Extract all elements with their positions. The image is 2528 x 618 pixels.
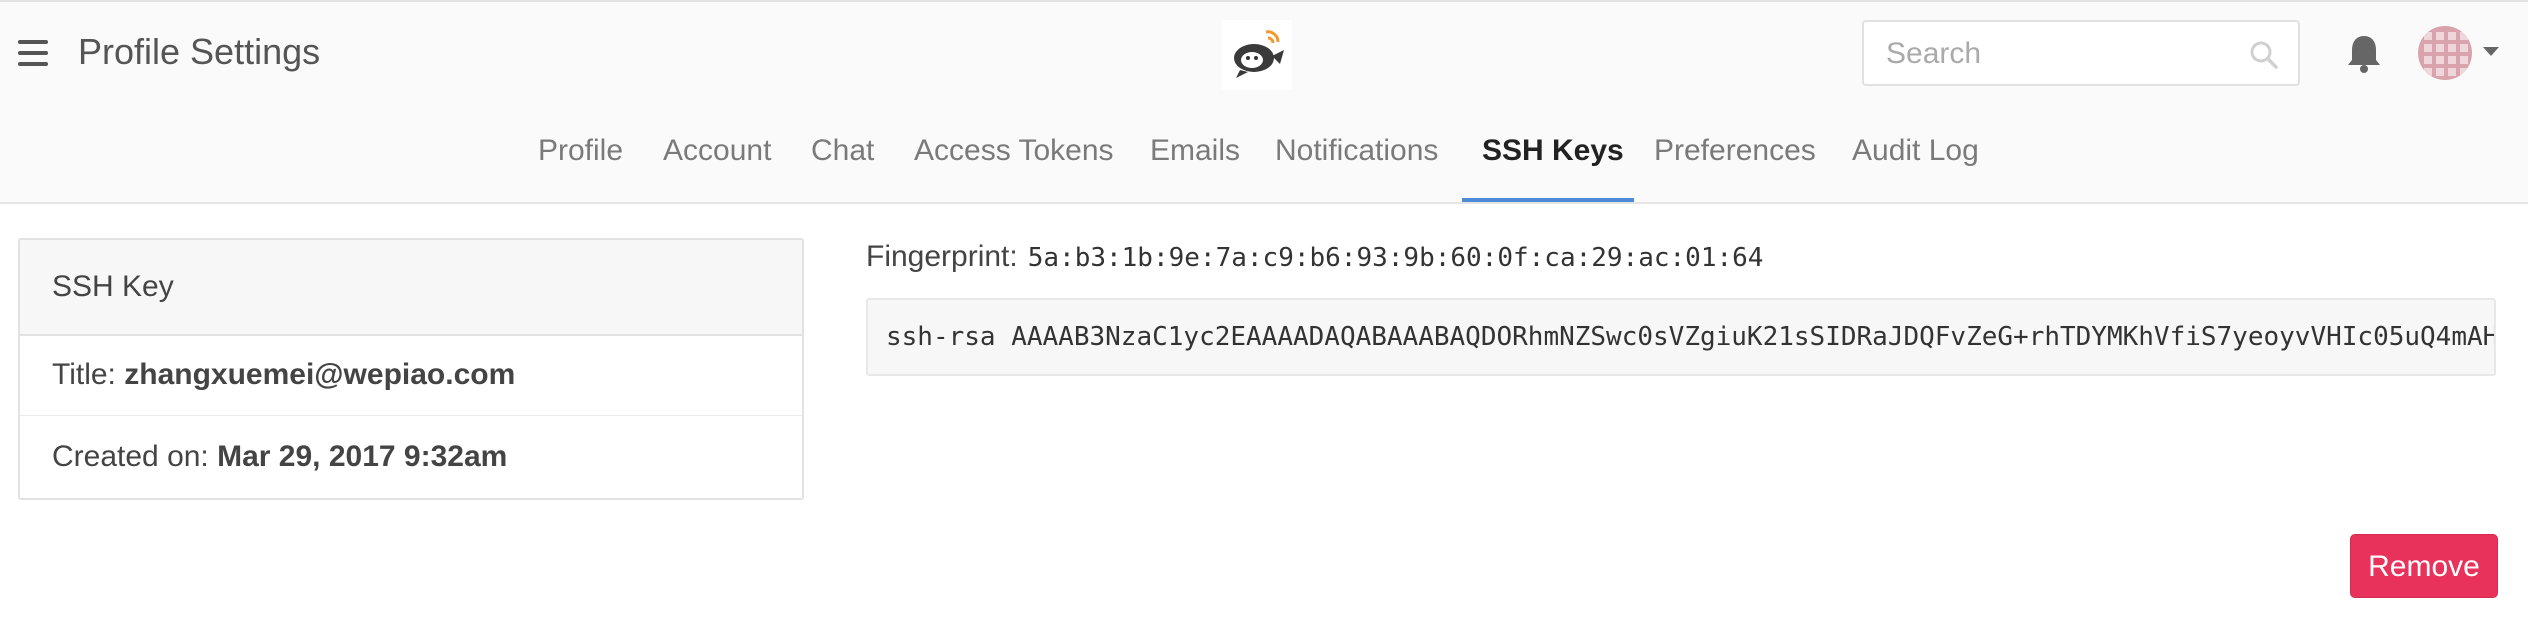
- tab-profile[interactable]: Profile: [538, 126, 623, 204]
- tab-account[interactable]: Account: [663, 126, 771, 204]
- tab-chat[interactable]: Chat: [811, 126, 874, 204]
- top-header: Profile Settings Search Profile Account …: [0, 0, 2528, 204]
- ssh-key-card-header: SSH Key: [20, 240, 802, 336]
- fingerprint: Fingerprint: 5a:b3:1b:9e:7a:c9:b6:93:9b:6…: [866, 240, 1763, 274]
- fingerprint-value: 5a:b3:1b:9e:7a:c9:b6:93:9b:60:0f:ca:29:a…: [1027, 243, 1764, 273]
- tab-ssh-keys[interactable]: SSH Keys: [1482, 126, 1624, 204]
- chevron-down-icon[interactable]: [2482, 46, 2500, 58]
- ssh-key-card-title: SSH Key: [52, 270, 174, 303]
- search-input[interactable]: [1884, 32, 2228, 76]
- public-key-text: ssh-rsa AAAAB3NzaC1yc2EAAAADAQABAAABAQDO…: [886, 322, 2496, 352]
- key-title-label: Title:: [52, 358, 116, 391]
- bell-icon[interactable]: [2344, 32, 2384, 74]
- remove-button[interactable]: Remove: [2350, 534, 2498, 598]
- key-created-value: Mar 29, 2017 9:32am: [217, 440, 508, 473]
- settings-tabs: Profile Account Chat Access Tokens Email…: [0, 126, 2528, 206]
- active-tab-indicator: [1462, 198, 1634, 202]
- key-title-value: zhangxuemei@wepiao.com: [124, 358, 516, 391]
- tab-access-tokens[interactable]: Access Tokens: [914, 126, 1114, 204]
- public-key-box[interactable]: ssh-rsa AAAAB3NzaC1yc2EAAAADAQABAAABAQDO…: [866, 298, 2496, 376]
- app-logo-icon[interactable]: [1222, 20, 1292, 90]
- hamburger-menu-icon[interactable]: [18, 40, 48, 66]
- key-created-row: Created on: Mar 29, 2017 9:32am: [20, 418, 802, 498]
- page-title: Profile Settings: [78, 31, 321, 72]
- search-icon[interactable]: [2248, 39, 2280, 71]
- user-avatar[interactable]: [2418, 26, 2472, 80]
- fingerprint-label: Fingerprint:: [866, 240, 1018, 273]
- tab-notifications[interactable]: Notifications: [1275, 126, 1438, 204]
- search-box[interactable]: [1862, 20, 2300, 86]
- ssh-key-card: SSH Key Title: zhangxuemei@wepiao.com Cr…: [18, 238, 804, 500]
- tab-emails[interactable]: Emails: [1150, 126, 1240, 204]
- tab-preferences[interactable]: Preferences: [1654, 126, 1816, 204]
- tab-audit-log[interactable]: Audit Log: [1852, 126, 1979, 204]
- key-created-label: Created on:: [52, 440, 209, 473]
- key-title-row: Title: zhangxuemei@wepiao.com: [20, 336, 802, 416]
